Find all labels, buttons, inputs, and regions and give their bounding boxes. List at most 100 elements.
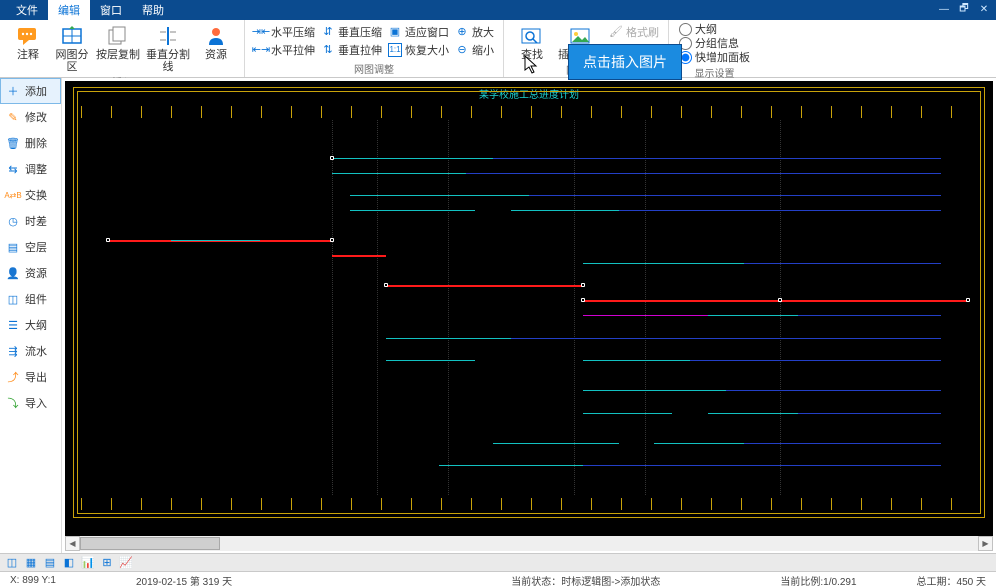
edit-icon: ✎ <box>6 110 20 124</box>
side-float[interactable]: ◷时差 <box>0 208 61 234</box>
vcompress-button[interactable]: ⇵垂直压缩 <box>321 23 382 40</box>
network-canvas[interactable]: 某学校施工总进度计划 <box>65 81 993 536</box>
maximize-icon[interactable]: 🗗 <box>956 2 972 16</box>
clock-icon: ◷ <box>6 214 20 228</box>
minimize-icon[interactable]: — <box>936 2 952 16</box>
resource-button[interactable]: 资源 <box>194 22 238 61</box>
find-button[interactable]: 查找 <box>510 22 554 61</box>
arrow-in-v-icon: ⇵ <box>321 25 335 39</box>
trash-icon: 🗑 <box>6 136 20 150</box>
zoomout-icon: ⊖ <box>455 43 469 57</box>
arrow-out-v-icon: ⇅ <box>321 43 335 57</box>
brush-icon: 🖌 <box>609 25 623 39</box>
chart-frame: 某学校施工总进度计划 <box>73 87 985 518</box>
format-brush-button[interactable]: 🖌格式刷 <box>609 23 659 40</box>
menu-help[interactable]: 帮助 <box>132 0 174 21</box>
canvas-area: 某学校施工总进度计划 <box>62 78 996 553</box>
time-scale-bottom <box>81 498 977 510</box>
window-controls: — 🗗 ✕ <box>936 2 992 16</box>
copy-label: 按层复制 <box>96 49 140 61</box>
h-scrollbar[interactable]: ◀ ▶ <box>65 536 993 551</box>
side-import[interactable]: ⤵导入 <box>0 390 61 416</box>
qb-4[interactable]: ◧ <box>61 556 77 570</box>
scroll-left-icon[interactable]: ◀ <box>65 536 80 551</box>
qb-1[interactable]: ◫ <box>4 556 20 570</box>
qb-7[interactable]: 📈 <box>118 556 134 570</box>
vsplit-button[interactable]: 垂直分割线 <box>142 22 194 73</box>
side-flow[interactable]: ⇶流水 <box>0 338 61 364</box>
group-adjust-label: 网图调整 <box>354 60 394 76</box>
time-scale-top <box>81 106 977 118</box>
import-icon: ⤵ <box>6 396 20 410</box>
radio-fastpanel[interactable]: 快增加面板 <box>679 50 750 64</box>
status-state: 当前状态：时标逻辑图->添加状态 <box>501 573 670 588</box>
menu-bar: 文件 编辑 窗口 帮助 — 🗗 ✕ <box>0 0 996 20</box>
person-icon: 👤 <box>6 266 20 280</box>
arrow-out-h-icon: ⇤⇥ <box>254 43 268 57</box>
outline-icon: ☰ <box>6 318 20 332</box>
layer-copy-button[interactable]: 按层复制 <box>94 22 142 61</box>
side-resource[interactable]: 👤资源 <box>0 260 61 286</box>
side-swap[interactable]: A⇄B交换 <box>0 182 61 208</box>
fitwindow-button[interactable]: ▣适应窗口 <box>388 23 449 40</box>
hstretch-button[interactable]: ⇤⇥水平拉伸 <box>254 41 315 58</box>
restore-button[interactable]: 1:1恢复大小 <box>388 41 449 58</box>
side-export[interactable]: ⤴导出 <box>0 364 61 390</box>
partition-button[interactable]: 网图分区 <box>50 22 94 73</box>
export-icon: ⤴ <box>6 370 20 384</box>
status-xy: X: 899 Y:1 <box>0 575 66 586</box>
annotate-button[interactable]: 注释 <box>6 22 50 61</box>
ribbon: 注释 网图分区 按层复制 垂直分割线 资源 插入 ⇥⇤水平压 <box>0 20 996 78</box>
vsplit-label: 垂直分割线 <box>144 49 192 73</box>
flow-icon: ⇶ <box>6 344 20 358</box>
qb-6[interactable]: ⊞ <box>99 556 115 570</box>
body: ＋添加 ✎修改 🗑删除 ⇆调整 A⇄B交换 ◷时差 ▤空层 👤资源 ◫组件 ☰大… <box>0 78 996 553</box>
scroll-right-icon[interactable]: ▶ <box>978 536 993 551</box>
side-outline[interactable]: ☰大纲 <box>0 312 61 338</box>
bottom-toolbar: ◫ ▦ ▤ ◧ 📊 ⊞ 📈 <box>0 553 996 571</box>
menu-file[interactable]: 文件 <box>6 0 48 21</box>
zoomin-icon: ⊕ <box>455 25 469 39</box>
arrow-in-h-icon: ⇥⇤ <box>254 25 268 39</box>
component-icon: ◫ <box>6 292 20 306</box>
menu-window[interactable]: 窗口 <box>90 0 132 21</box>
close-icon[interactable]: ✕ <box>976 2 992 16</box>
scroll-thumb[interactable] <box>80 537 220 550</box>
copy-icon <box>106 24 130 48</box>
slider-icon: ⇆ <box>6 162 20 176</box>
vstretch-button[interactable]: ⇅垂直拉伸 <box>321 41 382 58</box>
qb-5[interactable]: 📊 <box>80 556 96 570</box>
ribbon-group-adjust: ⇥⇤水平压缩 ⇤⇥水平拉伸 ⇵垂直压缩 ⇅垂直拉伸 ▣适应窗口 1:1恢复大小 … <box>245 20 504 77</box>
swap-icon: A⇄B <box>6 188 20 202</box>
status-ratio: 当前比例:1/0.291 <box>770 573 866 588</box>
vsplit-icon <box>156 24 180 48</box>
partition-icon <box>60 24 84 48</box>
menu-edit[interactable]: 编辑 <box>48 0 90 21</box>
side-add[interactable]: ＋添加 <box>0 78 61 104</box>
callout-insert-pic: 点击插入图片 <box>568 44 682 80</box>
radio-outline[interactable]: 大纲 <box>679 22 750 36</box>
side-delete[interactable]: 🗑删除 <box>0 130 61 156</box>
zoomout-button[interactable]: ⊖缩小 <box>455 41 494 58</box>
net-diagram <box>81 120 977 495</box>
side-component[interactable]: ◫组件 <box>0 286 61 312</box>
qb-3[interactable]: ▤ <box>42 556 58 570</box>
partition-label: 网图分区 <box>52 49 92 73</box>
scroll-track[interactable] <box>80 536 978 551</box>
zoomin-button[interactable]: ⊕放大 <box>455 23 494 40</box>
status-total: 总工期：450 天 <box>907 573 996 588</box>
qb-2[interactable]: ▦ <box>23 556 39 570</box>
resource-icon <box>204 24 228 48</box>
ribbon-group-insert: 注释 网图分区 按层复制 垂直分割线 资源 插入 <box>0 20 245 77</box>
hcompress-button[interactable]: ⇥⇤水平压缩 <box>254 23 315 40</box>
plus-icon: ＋ <box>6 84 20 98</box>
layer-icon: ▤ <box>6 240 20 254</box>
radio-groupinfo[interactable]: 分组信息 <box>679 36 750 50</box>
restore-icon: 1:1 <box>388 43 402 57</box>
status-date: 2019-02-15 第 319 天 <box>126 573 242 588</box>
side-modify[interactable]: ✎修改 <box>0 104 61 130</box>
ribbon-group-display: 大纲 分组信息 快增加面板 显示设置 <box>669 20 760 77</box>
side-layer[interactable]: ▤空层 <box>0 234 61 260</box>
side-adjust[interactable]: ⇆调整 <box>0 156 61 182</box>
search-icon <box>520 24 544 48</box>
